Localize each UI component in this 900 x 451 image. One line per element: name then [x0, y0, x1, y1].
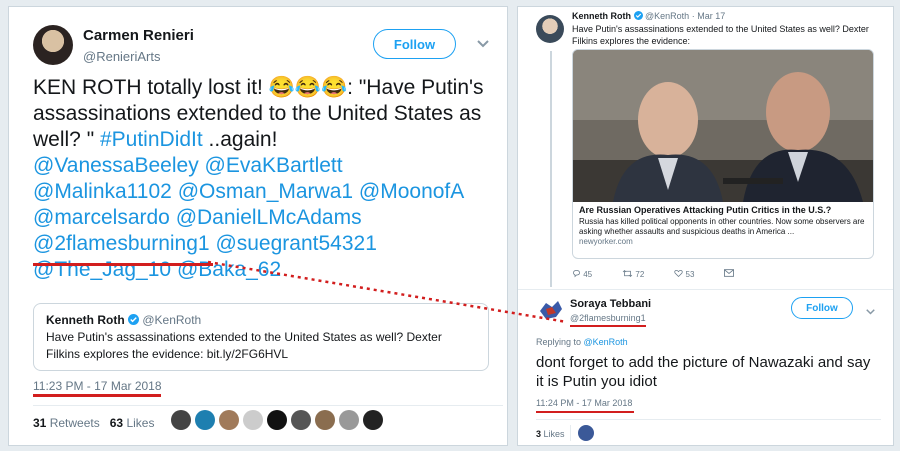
- liker-avatar[interactable]: [243, 410, 263, 430]
- retweets-label[interactable]: Retweets: [50, 416, 100, 430]
- tweet-text: KEN ROTH totally lost it! 😂😂😂: "Have Put…: [33, 75, 503, 283]
- retweets-count[interactable]: 31: [33, 416, 46, 430]
- liker-avatar[interactable]: [267, 410, 287, 430]
- quote-author-name: Kenneth Roth: [46, 313, 125, 327]
- like-action[interactable]: 53: [674, 269, 694, 279]
- annotation-underline-timestamp: [33, 394, 161, 397]
- chevron-down-icon[interactable]: [866, 304, 875, 318]
- like-icon: [674, 270, 683, 279]
- left-tweet-panel: Carmen Renieri @RenieriArts Follow KEN R…: [8, 6, 508, 446]
- divider: [518, 289, 893, 290]
- right-thread-panel: Kenneth Roth @KenRoth · Mar 17 Have Puti…: [517, 6, 894, 446]
- likers-avatars: [171, 410, 383, 430]
- replying-to-link[interactable]: @KenRoth: [584, 337, 628, 347]
- liker-avatar[interactable]: [363, 410, 383, 430]
- reply-likes-label[interactable]: Likes: [544, 429, 565, 439]
- divider: [570, 425, 571, 441]
- tweet-stats: 31 Retweets 63 Likes: [33, 416, 154, 430]
- mention-link[interactable]: @MoonofA: [359, 180, 464, 203]
- liker-avatar[interactable]: [171, 410, 191, 430]
- original-tweet-text: Have Putin's assassinations extended to …: [572, 24, 869, 46]
- emoji: 😂😂😂: [268, 76, 348, 99]
- divider: [536, 419, 881, 420]
- retweets-count: 72: [635, 270, 645, 279]
- original-actions: 45 72 53: [572, 269, 735, 279]
- reply-stats: 3 Likes: [536, 429, 565, 439]
- replying-prefix: Replying to: [536, 337, 584, 347]
- reply-action[interactable]: 45: [572, 269, 592, 279]
- dm-icon[interactable]: [724, 269, 735, 279]
- replying-to: Replying to @KenRoth: [536, 337, 628, 347]
- card-description: Russia has killed political opponents in…: [579, 217, 865, 236]
- carmen-avatar[interactable]: [33, 25, 73, 65]
- card-body: Are Russian Operatives Attacking Putin C…: [579, 205, 871, 247]
- card-title: Are Russian Operatives Attacking Putin C…: [579, 205, 832, 215]
- article-photo: [573, 50, 873, 202]
- liker-avatar[interactable]: [291, 410, 311, 430]
- kenroth-avatar[interactable]: [536, 15, 564, 43]
- author-name[interactable]: Carmen Renieri: [83, 27, 194, 44]
- reply-timestamp[interactable]: 11:24 PM - 17 Mar 2018: [536, 398, 632, 408]
- liker-avatar[interactable]: [339, 410, 359, 430]
- original-author-handle[interactable]: @KenRoth: [645, 11, 689, 21]
- mention-link[interactable]: @suegrant54321: [215, 232, 376, 255]
- reply-author-name[interactable]: Soraya Tebbani: [570, 298, 651, 310]
- reply-icon: [572, 270, 581, 279]
- original-author-name[interactable]: Kenneth Roth: [572, 11, 631, 21]
- soraya-avatar[interactable]: [538, 299, 564, 321]
- original-tweet-header: Kenneth Roth @KenRoth · Mar 17: [572, 11, 726, 21]
- retweet-action[interactable]: 72: [622, 269, 644, 279]
- likes-count[interactable]: 63: [110, 416, 123, 430]
- divider: [33, 405, 503, 406]
- text-part-3: ..again!: [202, 128, 278, 151]
- tweet-timestamp[interactable]: 11:23 PM - 17 Mar 2018: [33, 379, 162, 393]
- liker-avatar[interactable]: [578, 425, 594, 441]
- annotation-underline-mention: [33, 263, 213, 266]
- card-source: newyorker.com: [579, 237, 633, 246]
- retweet-icon: [622, 269, 633, 279]
- replies-count: 45: [583, 270, 593, 279]
- chevron-down-icon[interactable]: [477, 37, 489, 51]
- reply-author-handle[interactable]: @2flamesburning1: [570, 313, 646, 323]
- annotation-underline-reply-timestamp: [536, 411, 634, 413]
- likes-count: 53: [685, 270, 695, 279]
- mention-link[interactable]: @Malinka1102: [33, 180, 172, 203]
- mention-link-2flamesburning1[interactable]: @2flamesburning1: [33, 232, 210, 255]
- quoted-tweet[interactable]: Kenneth Roth @KenRoth Have Putin's assas…: [33, 303, 489, 371]
- likes-label[interactable]: Likes: [126, 416, 154, 430]
- verified-badge-icon: [633, 11, 643, 21]
- mention-link[interactable]: @DanielLMcAdams: [176, 206, 362, 229]
- follow-button[interactable]: Follow: [373, 29, 456, 59]
- link-card[interactable]: Are Russian Operatives Attacking Putin C…: [572, 49, 874, 259]
- thread-connector: [550, 51, 552, 287]
- mention-link[interactable]: @marcelsardo: [33, 206, 170, 229]
- mention-link[interactable]: @Osman_Marwa1: [178, 180, 353, 203]
- mention-link[interactable]: @EvaKBartlett: [205, 154, 343, 177]
- reply-text: dont forget to add the picture of Nawaza…: [536, 354, 871, 390]
- mention-link[interactable]: @VanessaBeeley: [33, 154, 199, 177]
- follow-button[interactable]: Follow: [791, 297, 853, 319]
- liker-avatar[interactable]: [315, 410, 335, 430]
- quote-text: Have Putin's assassinations extended to …: [46, 330, 442, 361]
- mention-link[interactable]: @The_Jag_10: [33, 258, 171, 281]
- hashtag-link[interactable]: #PutinDidIt: [100, 128, 203, 151]
- verified-badge-icon: [128, 313, 139, 327]
- liker-avatar[interactable]: [195, 410, 215, 430]
- liker-avatar[interactable]: [219, 410, 239, 430]
- text-part-1: KEN ROTH totally lost it!: [33, 76, 269, 99]
- reply-likes-count[interactable]: 3: [536, 429, 541, 439]
- mention-link[interactable]: @Baka_62: [177, 258, 281, 281]
- original-date[interactable]: Mar 17: [697, 11, 725, 21]
- author-handle[interactable]: @RenieriArts: [83, 49, 161, 64]
- annotation-underline-handle: [570, 325, 646, 327]
- quote-author-handle: @KenRoth: [142, 313, 202, 327]
